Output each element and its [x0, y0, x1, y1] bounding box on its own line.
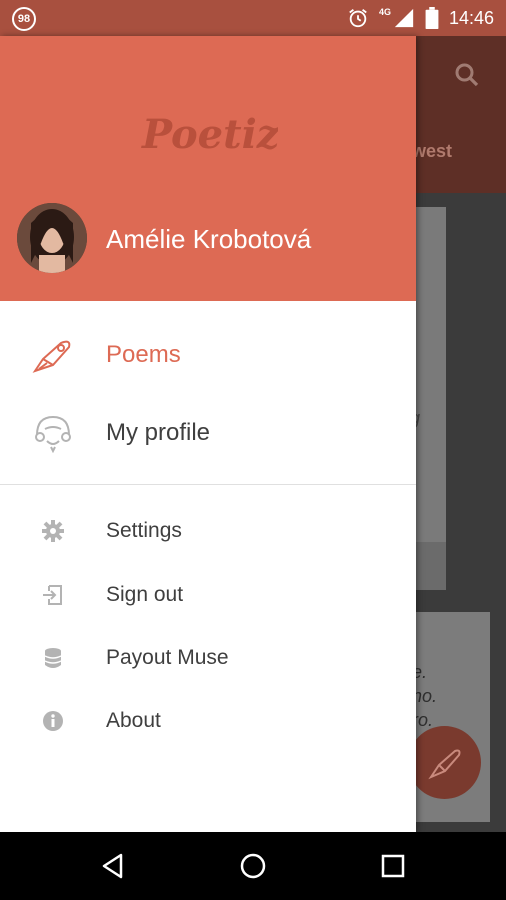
drawer-item-label: Poems — [106, 341, 181, 368]
drawer-item-payout-muse[interactable]: Payout Muse — [0, 635, 416, 681]
avatar[interactable] — [17, 203, 87, 273]
background-tab-newest[interactable]: west — [412, 141, 452, 162]
app-logo: Poetizer — [141, 111, 278, 158]
recents-icon — [381, 854, 405, 878]
battery-icon — [425, 7, 439, 29]
drawer-item-label: Sign out — [106, 583, 184, 606]
alarm-icon — [349, 9, 367, 28]
clock: 14:46 — [448, 7, 494, 28]
coin-stack-icon — [40, 645, 66, 671]
system-navigation-bar — [0, 832, 506, 900]
user-name[interactable]: Amélie Krobotová — [106, 224, 311, 255]
drawer-item-poems[interactable]: Poems — [0, 324, 416, 386]
drawer-item-label: Payout Muse — [106, 646, 229, 669]
navigation-drawer: Poetizer Amélie Krobotová Poems — [0, 36, 416, 832]
drawer-item-about[interactable]: About — [0, 698, 416, 744]
drawer-item-label: My profile — [106, 419, 211, 446]
back-icon — [102, 853, 123, 879]
sign-out-icon — [40, 582, 66, 608]
drawer-item-my-profile[interactable]: My profile — [0, 402, 416, 464]
recents-button[interactable] — [377, 850, 409, 882]
status-bar: 98 4G 14:46 — [0, 0, 506, 36]
drawer-item-sign-out[interactable]: Sign out — [0, 572, 416, 618]
back-button[interactable] — [97, 850, 129, 882]
signal-icon — [394, 8, 414, 28]
search-icon[interactable] — [452, 60, 482, 90]
poet-bust-icon — [30, 410, 76, 456]
drawer-item-label: About — [106, 709, 161, 732]
app-logo-text: Poetizer — [141, 111, 278, 158]
drawer-item-label: Settings — [106, 519, 182, 542]
avatar-image — [17, 203, 87, 273]
network-type: 4G — [378, 7, 391, 17]
write-poem-fab[interactable] — [408, 726, 481, 799]
home-icon — [240, 853, 266, 879]
divider — [0, 484, 416, 485]
drawer-header: Poetizer Amélie Krobotová — [0, 36, 416, 301]
notification-count: 98 — [12, 7, 36, 31]
quill-pen-icon — [427, 749, 460, 779]
drawer-item-settings[interactable]: Settings — [0, 508, 416, 554]
info-icon — [40, 708, 66, 734]
gear-icon — [40, 518, 66, 544]
notification-badge: 98 — [12, 7, 36, 31]
home-button[interactable] — [237, 850, 269, 882]
quill-pen-icon — [30, 332, 76, 378]
